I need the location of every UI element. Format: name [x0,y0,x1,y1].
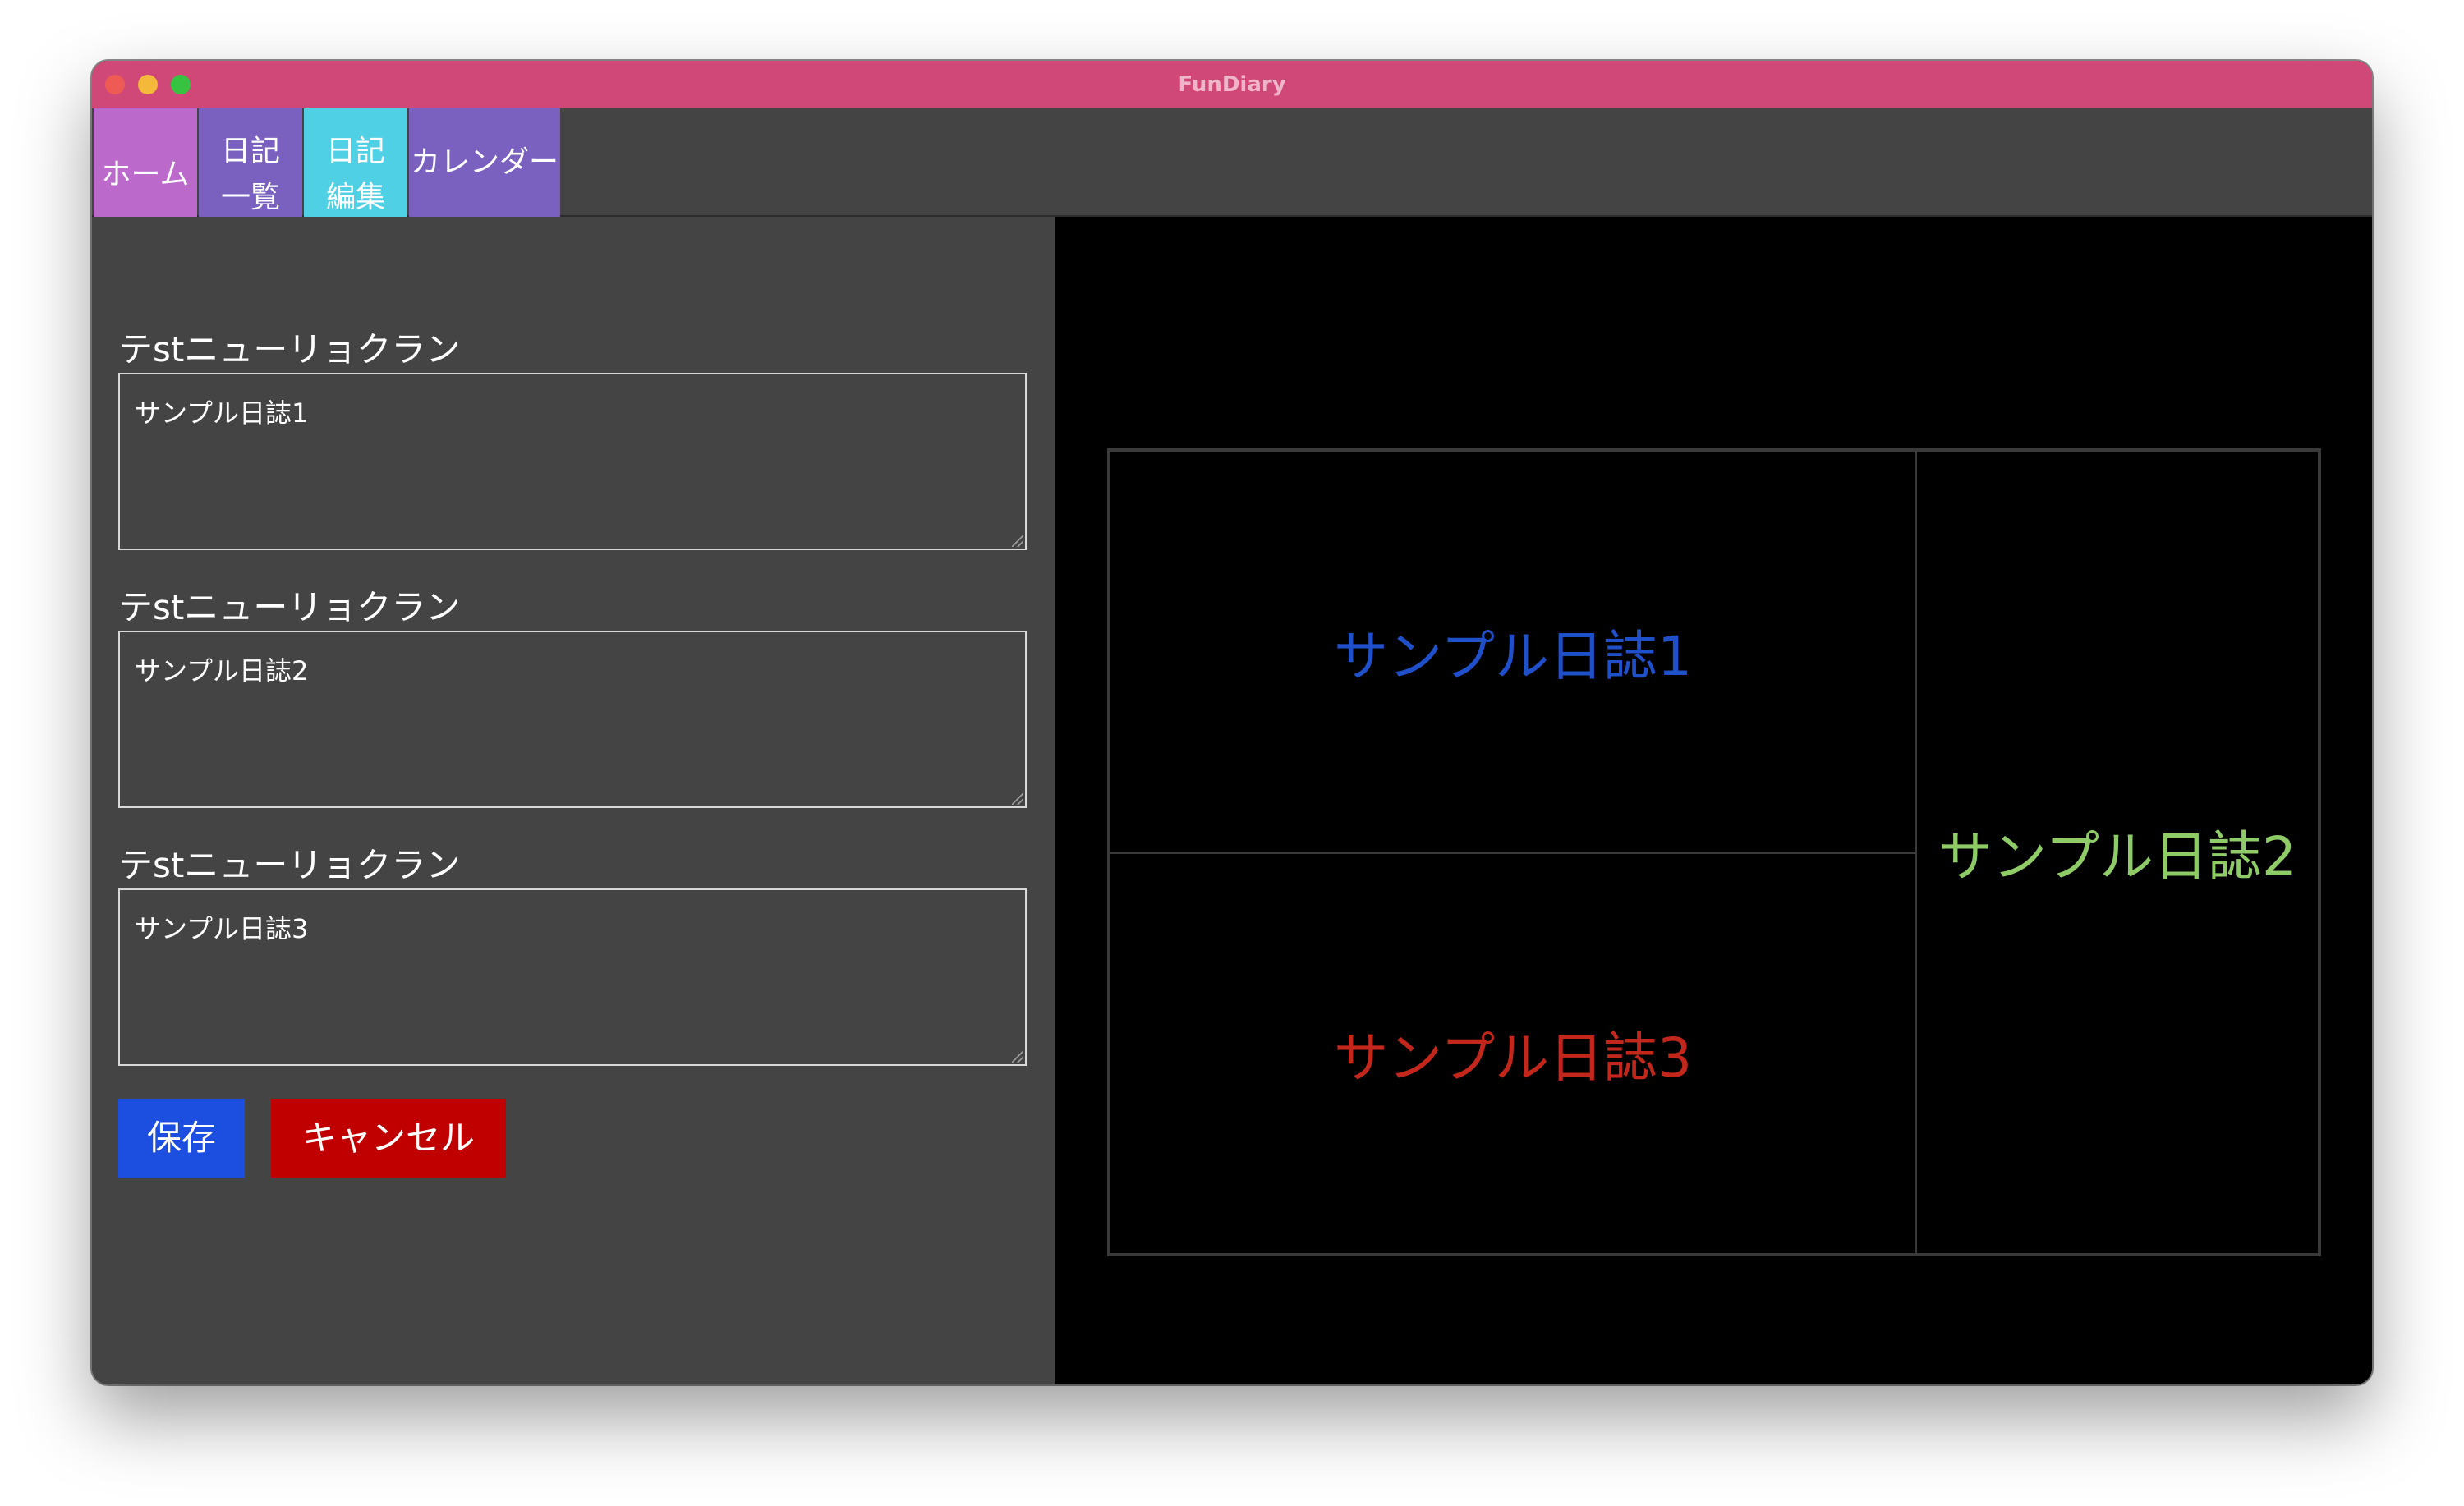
resize-grip-icon[interactable] [1012,535,1023,547]
diary-textarea-2[interactable]: サンプル日誌2 [118,631,1027,808]
field-label-2: テstニューリョクラン [118,587,461,627]
save-button[interactable]: 保存 [118,1099,245,1178]
diary-textarea-2-value: サンプル日誌2 [135,655,309,686]
preview-cell-3-text: サンプル日誌3 [1333,1026,1692,1090]
preview-cell-1: サンプル日誌1 [1109,450,1917,854]
field-label-3: テstニューリョクラン [118,845,461,885]
tab-home-label: ホーム [101,158,190,191]
tab-calendar-label: カレンダー [410,145,559,179]
diary-textarea-1-value: サンプル日誌1 [135,397,309,429]
window-title: FunDiary [1178,72,1286,97]
tab-bar: ホーム 日記 一覧 日記 編集 カレンダー [92,108,2372,241]
tab-diary-list-label-line1: 日記 [220,135,280,168]
resize-grip-icon[interactable] [1012,793,1023,805]
diary-textarea-1[interactable]: サンプル日誌1 [118,373,1027,550]
field-label-1: テstニューリョクラン [118,329,461,370]
editor-panel: テstニューリョクラン サンプル日誌1 テstニューリョクラン サンプル日誌2 … [92,217,1055,1384]
preview-panel: サンプル日誌1 サンプル日誌3 サンプル日誌2 [1055,217,2372,1384]
cancel-button[interactable]: キャンセル [271,1099,506,1178]
preview-cell-2: サンプル日誌2 [1915,450,2319,1255]
tab-diary-edit-label-line1: 日記 [325,135,385,168]
preview-cell-1-text: サンプル日誌1 [1333,625,1692,688]
preview-grid: サンプル日誌1 サンプル日誌3 サンプル日誌2 [1107,448,2321,1256]
diary-textarea-3-value: サンプル日誌3 [135,913,309,944]
title-bar[interactable]: FunDiary [92,61,2372,108]
diary-textarea-3[interactable]: サンプル日誌3 [118,888,1027,1066]
tab-diary-list-label-line2: 一覧 [220,181,280,214]
preview-cell-3: サンプル日誌3 [1109,852,1917,1255]
app-window: FunDiary ホーム 日記 一覧 日記 編集 カレンダー テstニューリョク… [92,61,2372,1384]
preview-cell-2-text: サンプル日誌2 [1938,825,2296,888]
resize-grip-icon[interactable] [1012,1051,1023,1063]
tab-diary-edit-label-line2: 編集 [325,181,385,214]
